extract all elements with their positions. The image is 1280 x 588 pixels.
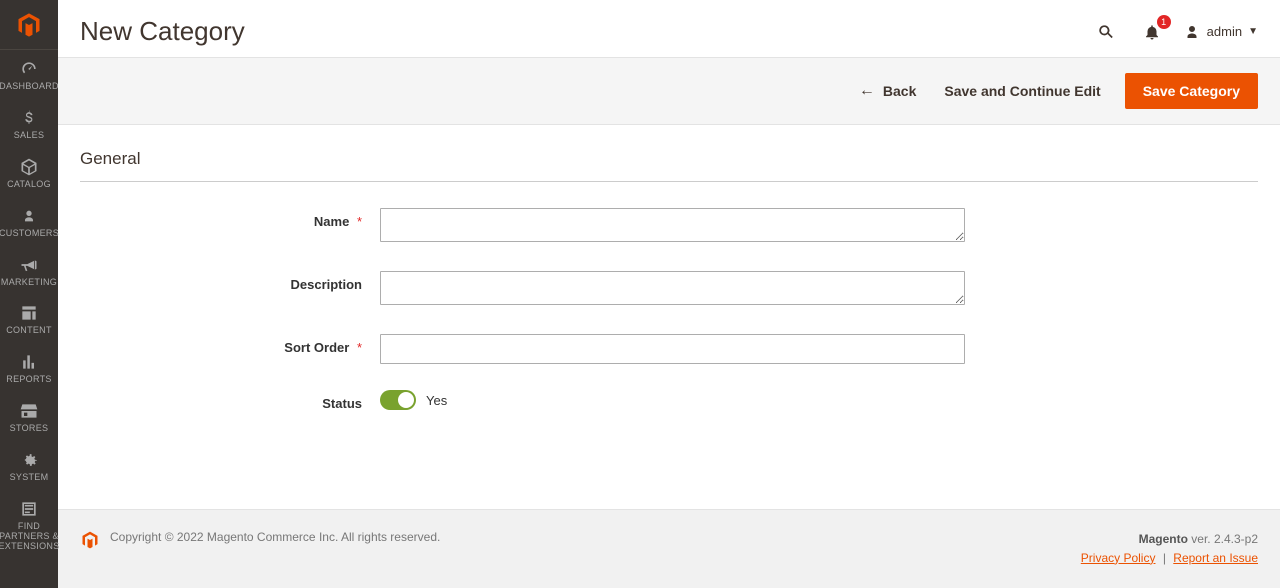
sidebar-label: Reports [6,375,51,385]
sidebar-label: Content [6,326,52,336]
sort-order-input[interactable] [380,334,965,364]
copyright-text: Copyright © 2022 Magento Commerce Inc. A… [110,530,440,544]
user-menu[interactable]: admin ▼ [1183,23,1258,41]
label-name: Name * [80,208,380,229]
sidebar-item-stores[interactable]: Stores [0,394,58,443]
label-sort-order: Sort Order * [80,334,380,355]
sidebar-item-customers[interactable]: Customers [0,199,58,248]
footer-separator: | [1163,551,1166,565]
magento-logo[interactable] [0,0,58,50]
magento-footer-logo [80,530,100,550]
sidebar-item-system[interactable]: System [0,443,58,492]
sidebar-label: System [10,473,49,483]
name-input[interactable] [380,208,965,242]
sidebar-label: Find Partners & Extensions [0,522,60,552]
sidebar-item-catalog[interactable]: Catalog [0,150,58,199]
page-footer: Copyright © 2022 Magento Commerce Inc. A… [58,509,1280,588]
sidebar-label: Customers [0,229,59,239]
label-description: Description [80,271,380,292]
field-row-name: Name * [80,208,1258,245]
description-input[interactable] [380,271,965,305]
dollar-icon [19,108,39,128]
field-row-status: Status Yes [80,390,1258,411]
admin-sidebar: Dashboard Sales Catalog Customers Market… [0,0,58,588]
customers-icon [19,206,39,226]
username: admin [1207,24,1242,39]
sidebar-label: Catalog [7,180,51,190]
required-mark: * [357,214,362,229]
section-title-general: General [80,149,1258,182]
system-icon [19,450,39,470]
sidebar-item-content[interactable]: Content [0,296,58,345]
status-toggle[interactable] [380,390,416,410]
reports-icon [19,352,39,372]
notification-badge: 1 [1157,15,1171,29]
field-row-sort-order: Sort Order * [80,334,1258,364]
sidebar-label: Sales [14,131,45,141]
search-icon [1096,22,1116,42]
search-button[interactable] [1093,19,1119,45]
sidebar-label: Dashboard [0,82,59,92]
content-icon [19,303,39,323]
form-content: General Name * Description Sort Order * [58,125,1280,509]
save-button[interactable]: Save Category [1125,73,1258,109]
arrow-left-icon: ← [859,82,875,100]
sidebar-item-marketing[interactable]: Marketing [0,248,58,297]
catalog-icon [19,157,39,177]
user-icon [1183,23,1201,41]
back-button[interactable]: ← Back [845,74,930,108]
back-label: Back [883,83,916,99]
marketing-icon [19,255,39,275]
footer-brand: Magento [1139,532,1188,546]
status-toggle-label: Yes [426,393,447,408]
privacy-policy-link[interactable]: Privacy Policy [1081,551,1156,565]
sidebar-label: Stores [10,424,49,434]
sidebar-item-reports[interactable]: Reports [0,345,58,394]
page-title: New Category [80,16,245,47]
sidebar-label: Marketing [1,278,57,288]
partners-icon [19,499,39,519]
required-mark: * [357,340,362,355]
stores-icon [19,401,39,421]
notifications-button[interactable]: 1 [1139,19,1165,45]
sidebar-item-dashboard[interactable]: Dashboard [0,52,58,101]
toggle-knob [398,392,414,408]
footer-version: ver. 2.4.3-p2 [1188,532,1258,546]
page-header: New Category 1 admin ▼ [58,0,1280,57]
sidebar-item-sales[interactable]: Sales [0,101,58,150]
report-issue-link[interactable]: Report an Issue [1173,551,1258,565]
save-continue-button[interactable]: Save and Continue Edit [930,75,1114,107]
action-bar: ← Back Save and Continue Edit Save Categ… [58,57,1280,125]
dashboard-icon [19,59,39,79]
sidebar-item-partners[interactable]: Find Partners & Extensions [0,492,58,561]
field-row-description: Description [80,271,1258,308]
chevron-down-icon: ▼ [1248,26,1258,37]
label-status: Status [80,390,380,411]
